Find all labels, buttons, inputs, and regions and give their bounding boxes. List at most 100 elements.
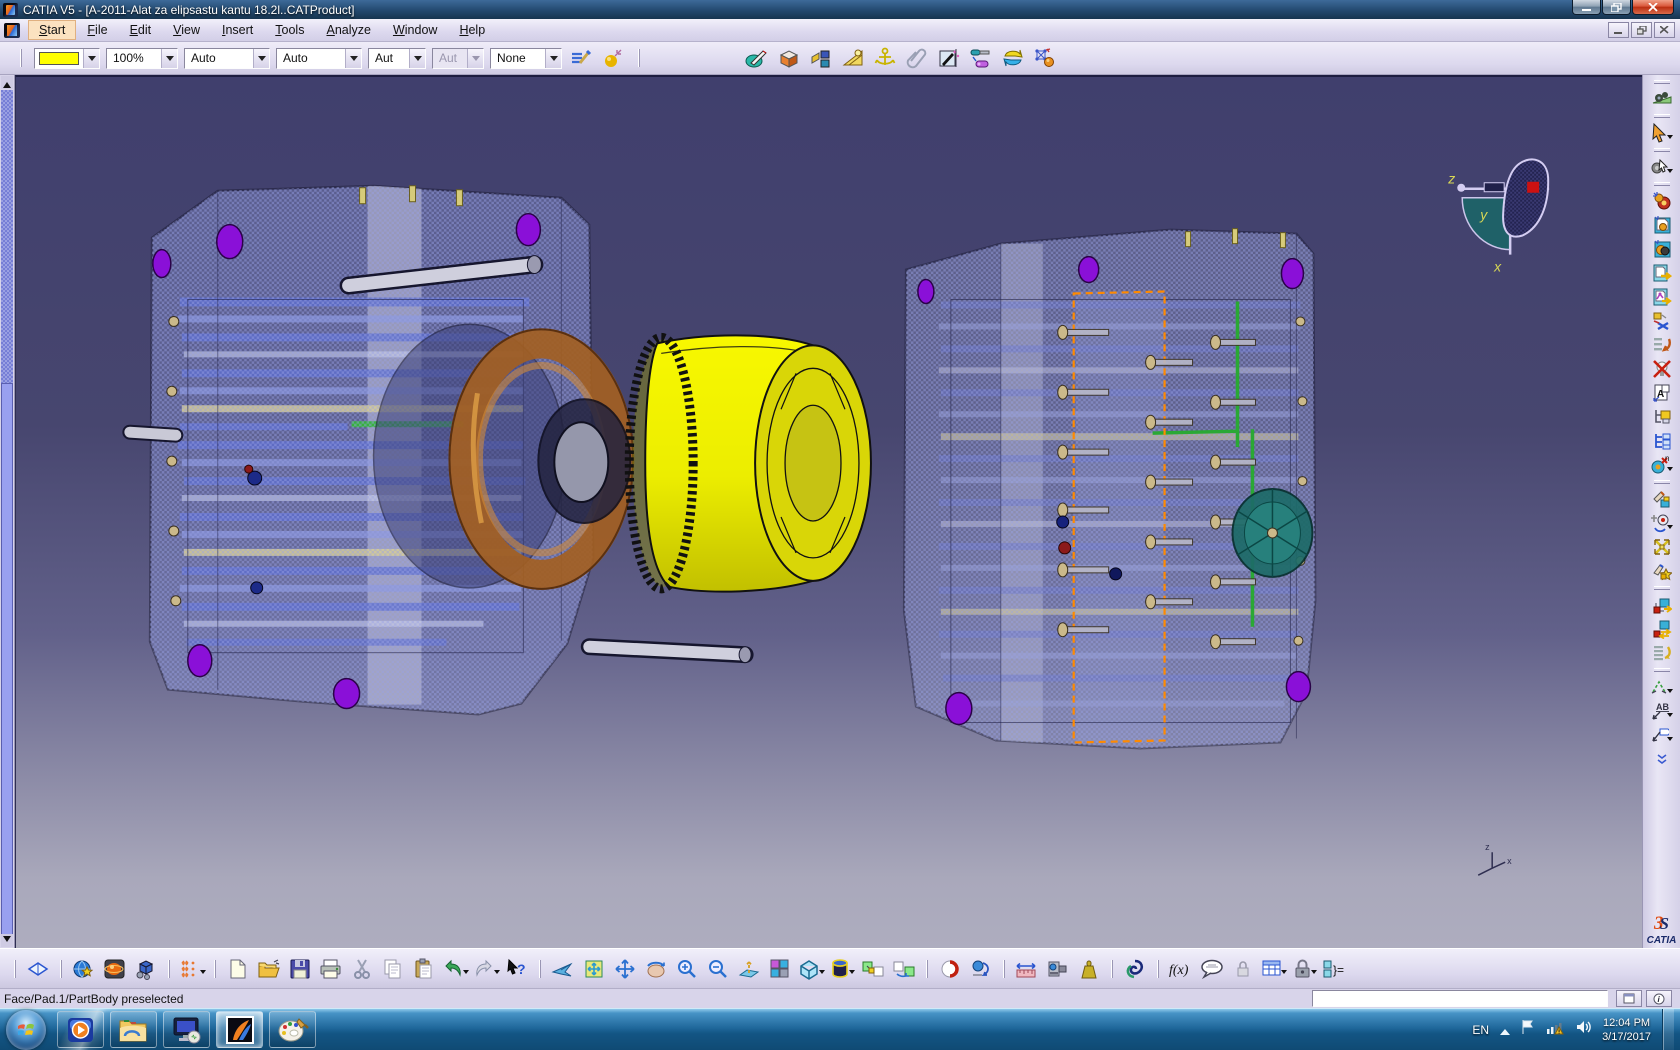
mdi-restore-button[interactable]: [1631, 22, 1652, 38]
tree-reorder-icon[interactable]: [1649, 333, 1674, 357]
list-reorder-icon[interactable]: [1649, 641, 1674, 665]
action-center-flag-icon[interactable]: [1521, 1019, 1535, 1040]
rotate-icon[interactable]: [641, 954, 671, 984]
taskbar-computer-button[interactable]: [163, 1011, 210, 1048]
minimize-button[interactable]: [1572, 0, 1601, 15]
line-type-combo[interactable]: Auto: [276, 48, 362, 69]
measure-icon[interactable]: [1012, 954, 1042, 984]
painter-icon[interactable]: [568, 45, 594, 71]
select-arrow-icon[interactable]: [1649, 121, 1674, 145]
combo-arrow[interactable]: [545, 49, 561, 68]
menu-start[interactable]: Start: [28, 20, 76, 40]
toolbar-grip[interactable]: [20, 49, 22, 67]
taskbar-explorer-button[interactable]: [110, 1011, 157, 1048]
zoom-in-icon[interactable]: [672, 954, 702, 984]
exploded-box-icon[interactable]: [776, 45, 802, 71]
wizard-icon[interactable]: [600, 45, 626, 71]
view-compass[interactable]: z y x: [1447, 159, 1549, 274]
combo-arrow[interactable]: [253, 49, 269, 68]
paste-icon[interactable]: [409, 954, 439, 984]
info-button[interactable]: i: [1646, 990, 1672, 1007]
render-sphere-icon[interactable]: [100, 954, 130, 984]
volume-icon[interactable]: [1575, 1019, 1591, 1040]
globe-star-icon[interactable]: [69, 954, 99, 984]
numbering-icon[interactable]: A: [1649, 381, 1674, 405]
toolbar-grip[interactable]: [1111, 960, 1113, 978]
hide-component-icon[interactable]: [1649, 357, 1674, 381]
scroll-thumb[interactable]: [1, 383, 13, 935]
sketch-pen-icon[interactable]: [744, 45, 770, 71]
redo-icon[interactable]: [471, 954, 501, 984]
menu-file[interactable]: File: [76, 20, 118, 40]
swap-space-icon[interactable]: [889, 954, 919, 984]
menu-insert[interactable]: Insert: [211, 20, 264, 40]
accelerator-icon[interactable]: [935, 954, 965, 984]
product-part[interactable]: [629, 335, 871, 591]
restore-button[interactable]: [1602, 0, 1631, 15]
gear-cursor-icon[interactable]: [1649, 155, 1674, 179]
depth-effect-icon[interactable]: [966, 954, 996, 984]
toolbar-grip[interactable]: [1654, 148, 1670, 152]
multi-gears-icon[interactable]: [1649, 189, 1674, 213]
measure-inertia-icon[interactable]: [1043, 954, 1073, 984]
doc-window-button[interactable]: [1616, 990, 1642, 1007]
3d-viewport[interactable]: z y x z x: [15, 75, 1642, 948]
toolbar-grip[interactable]: [1654, 182, 1670, 186]
toolbar-grip[interactable]: [214, 960, 216, 978]
tray-expand-icon[interactable]: [1500, 1024, 1510, 1035]
left-scroll-strip[interactable]: [0, 75, 15, 948]
assemble-cubes-icon[interactable]: [808, 45, 834, 71]
cut-icon[interactable]: [347, 954, 377, 984]
update-swap-icon[interactable]: [1000, 45, 1026, 71]
flag-annotation-icon[interactable]: [1649, 723, 1674, 747]
open-folder-icon[interactable]: [254, 954, 284, 984]
start-button[interactable]: [6, 1010, 46, 1050]
toolbar-grip[interactable]: [539, 960, 541, 978]
teal-disc[interactable]: [1233, 489, 1313, 577]
tree-structure-icon[interactable]: [1649, 429, 1674, 453]
doc-gear-dark-icon[interactable]: [1649, 237, 1674, 261]
annotation-box-icon[interactable]: [936, 45, 962, 71]
tree-node-icon[interactable]: [1649, 405, 1674, 429]
network-warning-icon[interactable]: [1546, 1019, 1564, 1040]
mesh-points-icon[interactable]: [1032, 45, 1058, 71]
save-icon[interactable]: [285, 954, 315, 984]
toolbar-grip[interactable]: [168, 960, 170, 978]
toolbar-grip[interactable]: [1654, 80, 1670, 84]
snap-grid-icon[interactable]: [177, 954, 207, 984]
mdi-minimize-button[interactable]: [1608, 22, 1629, 38]
pen-box-icon[interactable]: [1649, 487, 1674, 511]
menu-analyze[interactable]: Analyze: [315, 20, 381, 40]
power-input-field[interactable]: [1312, 990, 1608, 1007]
more-tools-chevron-icon[interactable]: [1656, 753, 1668, 767]
fit-all-icon[interactable]: [579, 954, 609, 984]
fill-color-combo[interactable]: [34, 48, 100, 69]
close-button[interactable]: [1632, 0, 1674, 15]
taskbar-catia-button[interactable]: [216, 1011, 263, 1048]
undo-icon[interactable]: [440, 954, 470, 984]
transparency-combo[interactable]: 100%: [106, 48, 178, 69]
multi-view-icon[interactable]: [765, 954, 795, 984]
design-table-icon[interactable]: [1259, 954, 1289, 984]
measure-triangle-icon[interactable]: [840, 45, 866, 71]
taskbar-paint-button[interactable]: [269, 1011, 316, 1048]
anchor-icon[interactable]: [872, 45, 898, 71]
cubes-icon[interactable]: [131, 954, 161, 984]
mass-icon[interactable]: [1074, 954, 1104, 984]
toolbar-grip[interactable]: [1003, 960, 1005, 978]
show-desktop-button[interactable]: [1662, 1009, 1674, 1050]
normal-view-icon[interactable]: [734, 954, 764, 984]
move-arrows-icon[interactable]: [1649, 535, 1674, 559]
book-icon[interactable]: [23, 954, 53, 984]
measure-between-icon[interactable]: [1649, 675, 1674, 699]
toolbar-grip[interactable]: [1654, 586, 1670, 590]
toolbar-grip[interactable]: [1654, 114, 1670, 118]
mdi-close-button[interactable]: [1654, 22, 1675, 38]
broken-link-icon[interactable]: [1649, 309, 1674, 333]
catalog-spiral-icon[interactable]: [1120, 954, 1150, 984]
fly-icon[interactable]: [548, 954, 578, 984]
help-cursor-icon[interactable]: ?: [502, 954, 532, 984]
smart-move-icon[interactable]: [1649, 559, 1674, 583]
toolbar-grip[interactable]: [60, 960, 62, 978]
iso-view-icon[interactable]: [796, 954, 826, 984]
